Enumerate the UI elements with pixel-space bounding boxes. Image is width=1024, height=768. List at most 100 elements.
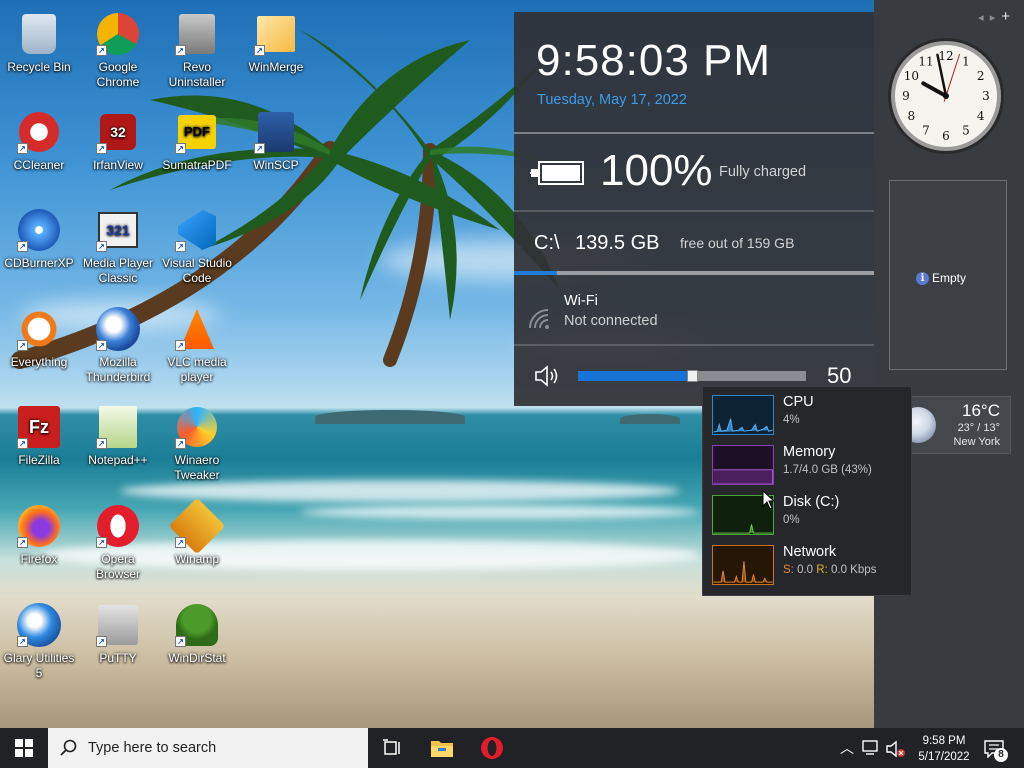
start-button[interactable] (0, 728, 48, 768)
desktop-icon-revo-uninstaller[interactable]: ↗ Revo Uninstaller (158, 10, 236, 89)
perf-item-disk[interactable]: Disk (C:) 0% (703, 487, 913, 537)
desktop-icon-winaero-tweaker[interactable]: ↗ Winaero Tweaker (158, 403, 236, 482)
wifi-row[interactable]: Wi-Fi Not connected (514, 280, 874, 344)
desktop-icon-recycle-bin[interactable]: Recycle Bin (0, 10, 78, 75)
volume-slider[interactable] (578, 370, 806, 382)
clock-numeral: 10 (904, 69, 919, 83)
winamp-icon: ↗ (168, 497, 226, 555)
folder-icon (431, 741, 453, 757)
desktop-icon-label: Mozilla Thunderbird (85, 355, 151, 384)
volume-slider-fill (578, 371, 692, 381)
desktop-icon-winamp[interactable]: ↗ Winamp (158, 497, 236, 567)
shortcut-arrow-icon: ↗ (17, 241, 28, 252)
vscode-icon: ↗ (173, 206, 221, 254)
weather-city: New York (953, 436, 1000, 448)
taskbar-clock[interactable]: 9:58 PM 5/17/2022 (914, 733, 974, 765)
desktop-icon-label: Google Chrome (96, 60, 140, 89)
desktop-icon-label: VLC media player (167, 355, 227, 384)
receive-value: 0.0 Kbps (830, 564, 877, 576)
taskbar: Type here to search ︿ 9:58 PM 5/17/2022 … (0, 728, 1024, 768)
perf-item-cpu[interactable]: CPU 4% (703, 387, 913, 437)
taskbar-file-explorer[interactable] (418, 728, 466, 768)
clock-date[interactable]: Tuesday, May 17, 2022 (537, 92, 687, 108)
clock-numeral: 1 (962, 54, 970, 68)
putty-icon: ↗ (94, 601, 142, 649)
shortcut-arrow-icon: ↗ (175, 45, 186, 56)
desktop-icon-glary-utilities[interactable]: ↗ Glary Utilities 5 (0, 601, 78, 680)
sidebar-controls: ◂▸+ (978, 8, 1016, 25)
search-placeholder: Type here to search (88, 740, 217, 756)
revo-uninstaller-icon: ↗ (173, 10, 221, 58)
opera-icon (481, 737, 503, 759)
add-gadget-icon[interactable]: + (1001, 8, 1016, 25)
perf-item-memory[interactable]: Memory 1.7/4.0 GB (43%) (703, 437, 913, 487)
disk-capacity-description: free out of 159 GB (680, 235, 795, 251)
network-tray-icon[interactable] (862, 740, 880, 756)
previous-page-icon[interactable]: ◂ (978, 12, 990, 24)
shortcut-arrow-icon: ↗ (175, 636, 186, 647)
desktop-icon-sumatrapdf[interactable]: PDF ↗ SumatraPDF (158, 108, 236, 173)
desktop-icon-visual-studio-code[interactable]: ↗ Visual Studio Code (158, 206, 236, 285)
task-view-button[interactable] (368, 728, 416, 768)
desktop-icon-winmerge[interactable]: ↗ WinMerge (237, 10, 315, 75)
desktop-icon-mozilla-thunderbird[interactable]: ↗ Mozilla Thunderbird (79, 305, 157, 384)
shortcut-arrow-icon: ↗ (254, 143, 265, 154)
performance-flyout: CPU 4% Memory 1.7/4.0 GB (43%) Disk (C:)… (702, 386, 912, 596)
icon-badge-text: Fz (29, 416, 49, 437)
network-graph (712, 545, 774, 585)
battery-icon (530, 161, 584, 185)
battery-percentage: 100% (600, 146, 713, 195)
memory-value: 1.7/4.0 GB (43%) (783, 464, 872, 476)
desktop-icon-firefox[interactable]: ↗ Firefox (0, 502, 78, 567)
desktop-icon-cdburnerxp[interactable]: ↗ CDBurnerXP (0, 206, 78, 271)
desktop-icon-everything[interactable]: ↗ Everything (0, 305, 78, 370)
chevron-up-icon[interactable]: ︿ (840, 738, 854, 758)
empty-gadget-slot[interactable]: i Empty (889, 180, 1007, 370)
disk-row[interactable]: C:\ 139.5 GB free out of 159 GB (514, 212, 874, 276)
battery-row[interactable]: 100% Fully charged (514, 136, 874, 210)
send-label: S: (783, 564, 794, 576)
desktop-icon-label: CDBurnerXP (4, 256, 74, 270)
winscp-icon: ↗ (252, 108, 300, 156)
desktop-icon-google-chrome[interactable]: ↗ Google Chrome (79, 10, 157, 89)
desktop-icon-putty[interactable]: ↗ PuTTY (79, 601, 157, 666)
icon-badge-text: 321 (106, 221, 130, 238)
clock-numeral: 11 (918, 54, 933, 68)
taskbar-time: 9:58 PM (922, 735, 966, 747)
cpu-label: CPU (783, 394, 814, 410)
vlc-icon: ↗ (173, 305, 221, 353)
battery-status: Fully charged (719, 164, 807, 180)
desktop-icon-label: Winamp (174, 552, 219, 566)
desktop-icon-filezilla[interactable]: Fz ↗ FileZilla (0, 403, 78, 468)
taskbar-opera[interactable] (468, 728, 516, 768)
desktop-icon-vlc-media-player[interactable]: ↗ VLC media player (158, 305, 236, 384)
desktop-icon-label: SumatraPDF (162, 158, 232, 172)
desktop-icon-media-player-classic[interactable]: 321 ↗ Media Player Classic (79, 206, 157, 285)
desktop-icon-winscp[interactable]: ↗ WinSCP (237, 108, 315, 173)
clock-numeral: 7 (922, 124, 930, 138)
cpu-value: 4% (783, 414, 800, 426)
perf-item-network[interactable]: Network S: 0.0 R: 0.0 Kbps (703, 537, 913, 587)
volume-slider-thumb[interactable] (687, 370, 698, 382)
analog-clock-gadget[interactable]: 1234567891011 12 (886, 36, 1006, 156)
shortcut-arrow-icon: ↗ (17, 636, 28, 647)
desktop-icon-label: IrfanView (93, 158, 143, 172)
disk-label: Disk (C:) (783, 494, 840, 510)
icon-badge-text: PDF (184, 123, 210, 139)
desktop-icon-opera-browser[interactable]: ↗ Opera Browser (79, 502, 157, 581)
desktop-icon-ccleaner[interactable]: ↗ CCleaner (0, 108, 78, 173)
task-view-icon (383, 739, 400, 755)
speaker-icon[interactable] (534, 365, 562, 387)
desktop-icon-notepad-plus-plus[interactable]: ↗ Notepad++ (79, 403, 157, 468)
volume-muted-tray-icon[interactable] (886, 740, 906, 758)
notification-center-button[interactable]: 8 (974, 728, 1014, 768)
memory-label: Memory (783, 444, 836, 460)
media-player-classic-icon: 321 ↗ (94, 206, 142, 254)
taskbar-search-box[interactable]: Type here to search (48, 728, 368, 768)
desktop-icon-irfanview[interactable]: 32 ↗ IrfanView (79, 108, 157, 173)
next-page-icon[interactable]: ▸ (990, 12, 1002, 24)
desktop-icon-windirstat[interactable]: ↗ WinDirStat (158, 601, 236, 666)
shortcut-arrow-icon: ↗ (175, 143, 186, 154)
system-info-panel: 9:58:03 PM Tuesday, May 17, 2022 100% Fu… (514, 12, 874, 406)
desktop-icon-label: Notepad++ (88, 453, 148, 467)
